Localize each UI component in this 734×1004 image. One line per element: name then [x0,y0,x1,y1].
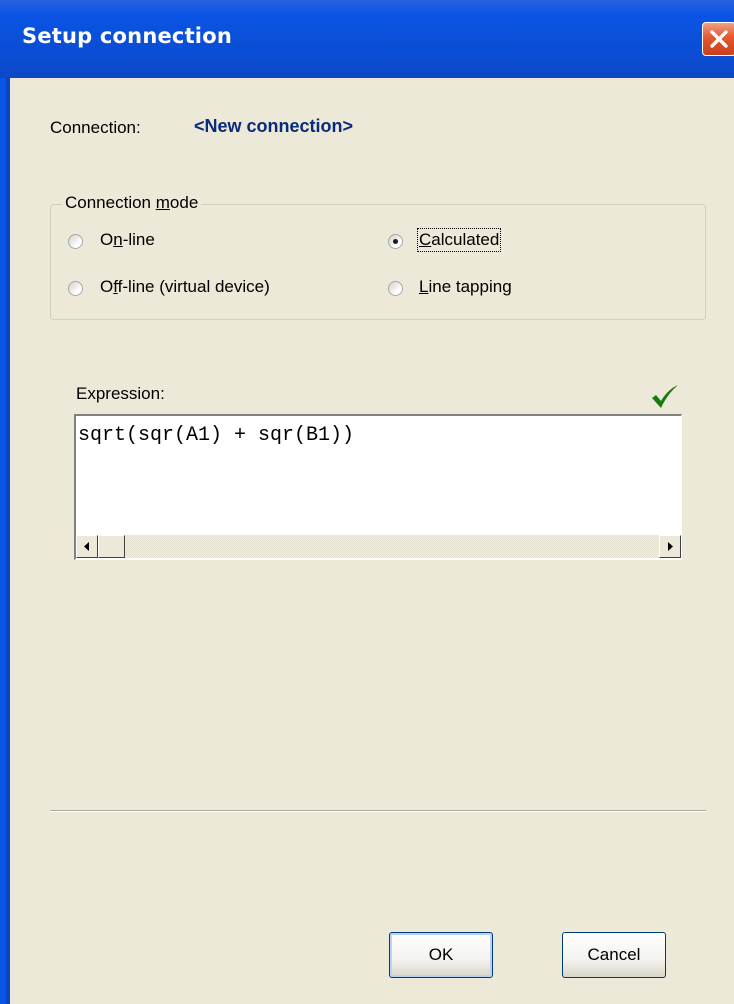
connection-mode-group [50,204,706,320]
connection-mode-legend: Connection mode [62,193,202,213]
cancel-button[interactable]: Cancel [562,932,666,978]
scroll-left-button[interactable] [76,535,98,558]
arrow-left-icon [84,542,89,551]
expression-label: Expression: [76,384,165,403]
radio-offline-label[interactable]: Off-line (virtual device) [100,277,270,297]
radio-offline[interactable] [68,281,83,296]
footer-divider [50,810,706,812]
radio-calculated[interactable] [388,234,403,249]
close-icon [710,30,728,48]
horizontal-scrollbar[interactable] [76,535,681,558]
window-title: Setup connection [22,24,232,48]
radio-online[interactable] [68,234,83,249]
radio-line-tapping-label[interactable]: Line tapping [419,277,512,297]
window-frame-left-inner [6,78,10,1004]
arrow-right-icon [668,542,673,551]
expression-value[interactable]: sqrt(sqr(A1) + sqr(B1)) [78,424,354,447]
connection-value: <New connection> [194,116,354,136]
connection-label: Connection: [50,118,141,137]
radio-line-tapping[interactable] [388,281,403,296]
checkmark-icon [650,384,680,415]
scroll-thumb[interactable] [98,535,125,558]
radio-online-label[interactable]: On-line [100,230,155,250]
ok-button[interactable]: OK [389,932,493,978]
scroll-right-button[interactable] [659,535,681,558]
radio-calculated-label[interactable]: Calculated [416,228,502,252]
close-button[interactable] [702,22,734,56]
